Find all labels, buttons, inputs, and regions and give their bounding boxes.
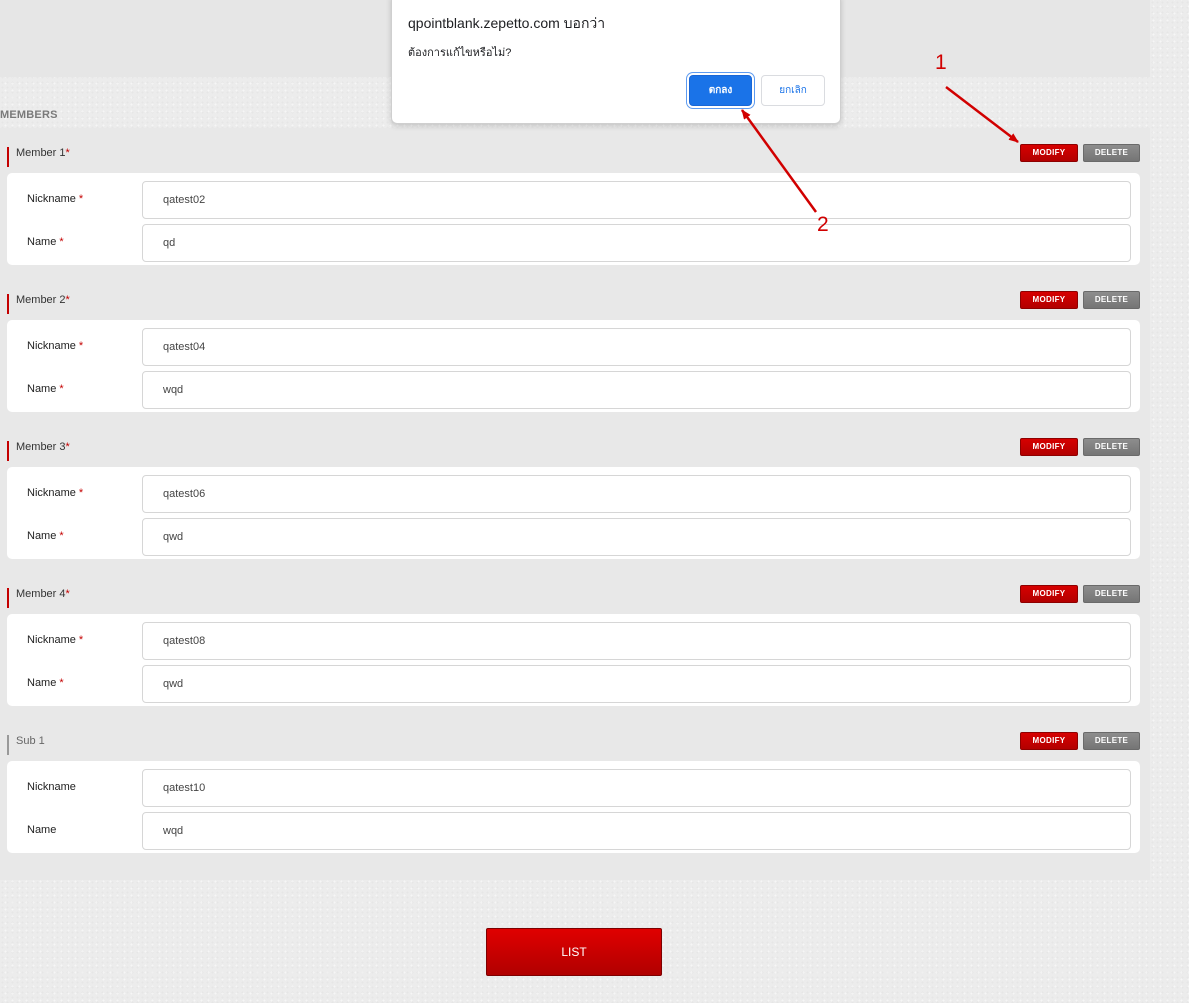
name-field[interactable]: qd <box>142 224 1131 262</box>
member-header: Member 1* MODIFY DELETE <box>0 143 1150 167</box>
required-mark: * <box>65 588 70 600</box>
required-mark: * <box>65 294 70 306</box>
member-header: Member 2* MODIFY DELETE <box>0 290 1150 314</box>
annotation-marker-1: 1 <box>935 51 947 74</box>
dialog-cancel-button[interactable]: ยกเลิก <box>761 75 825 106</box>
member-title-text: Sub 1 <box>16 735 45 747</box>
member-card: Nickname qatest10 Name wqd <box>7 761 1140 853</box>
modify-button[interactable]: MODIFY <box>1020 291 1078 309</box>
name-field[interactable]: qwd <box>142 518 1131 556</box>
dialog-ok-button[interactable]: ตกลง <box>689 75 752 106</box>
member-title-text: Member 3 <box>16 441 66 453</box>
name-label: Name * <box>27 530 64 542</box>
member-title: Member 1* <box>7 147 70 167</box>
member-card: Nickname * qatest06 Name * qwd <box>7 467 1140 559</box>
name-field[interactable]: wqd <box>142 812 1131 850</box>
annotation-marker-2: 2 <box>817 213 829 236</box>
member-title-text: Member 4 <box>16 588 66 600</box>
delete-button[interactable]: DELETE <box>1083 585 1140 603</box>
delete-button[interactable]: DELETE <box>1083 291 1140 309</box>
member-title: Member 3* <box>7 441 70 461</box>
name-label: Name <box>27 824 57 836</box>
modify-button[interactable]: MODIFY <box>1020 732 1078 750</box>
member-card: Nickname * qatest04 Name * wqd <box>7 320 1140 412</box>
name-label: Name * <box>27 236 64 248</box>
member-card: Nickname * qatest02 Name * qd <box>7 173 1140 265</box>
confirm-dialog: qpointblank.zepetto.com บอกว่า ต้องการแก… <box>391 0 841 124</box>
nickname-field[interactable]: qatest04 <box>142 328 1131 366</box>
member-card: Nickname * qatest08 Name * qwd <box>7 614 1140 706</box>
nickname-field[interactable]: qatest06 <box>142 475 1131 513</box>
members-area: Member 1* MODIFY DELETE Nickname * qatest… <box>0 128 1150 880</box>
list-button[interactable]: LIST <box>486 928 662 976</box>
delete-button[interactable]: DELETE <box>1083 438 1140 456</box>
member-header: Member 3* MODIFY DELETE <box>0 437 1150 461</box>
member-header: Member 4* MODIFY DELETE <box>0 584 1150 608</box>
nickname-label: Nickname * <box>27 634 84 646</box>
dialog-title: qpointblank.zepetto.com บอกว่า <box>408 15 606 31</box>
member-title-text: Member 1 <box>16 147 66 159</box>
nickname-label: Nickname <box>27 781 76 793</box>
nickname-label: Nickname * <box>27 340 84 352</box>
name-label: Name * <box>27 677 64 689</box>
member-header: Sub 1 MODIFY DELETE <box>0 731 1150 755</box>
name-field[interactable]: wqd <box>142 371 1131 409</box>
modify-button[interactable]: MODIFY <box>1020 585 1078 603</box>
dialog-message: ต้องการแก้ไขหรือไม่? <box>408 47 512 59</box>
nickname-label: Nickname * <box>27 193 84 205</box>
member-title: Member 2* <box>7 294 70 314</box>
modify-button[interactable]: MODIFY <box>1020 438 1078 456</box>
nickname-field[interactable]: qatest08 <box>142 622 1131 660</box>
delete-button[interactable]: DELETE <box>1083 732 1140 750</box>
nickname-label: Nickname * <box>27 487 84 499</box>
member-title-text: Member 2 <box>16 294 66 306</box>
section-title: MEMBERS <box>0 109 58 121</box>
name-field[interactable]: qwd <box>142 665 1131 703</box>
delete-button[interactable]: DELETE <box>1083 144 1140 162</box>
member-title: Member 4* <box>7 588 70 608</box>
name-label: Name * <box>27 383 64 395</box>
member-title: Sub 1 <box>7 735 45 755</box>
modify-button[interactable]: MODIFY <box>1020 144 1078 162</box>
nickname-field[interactable]: qatest10 <box>142 769 1131 807</box>
required-mark: * <box>65 441 70 453</box>
required-mark: * <box>65 147 70 159</box>
nickname-field[interactable]: qatest02 <box>142 181 1131 219</box>
